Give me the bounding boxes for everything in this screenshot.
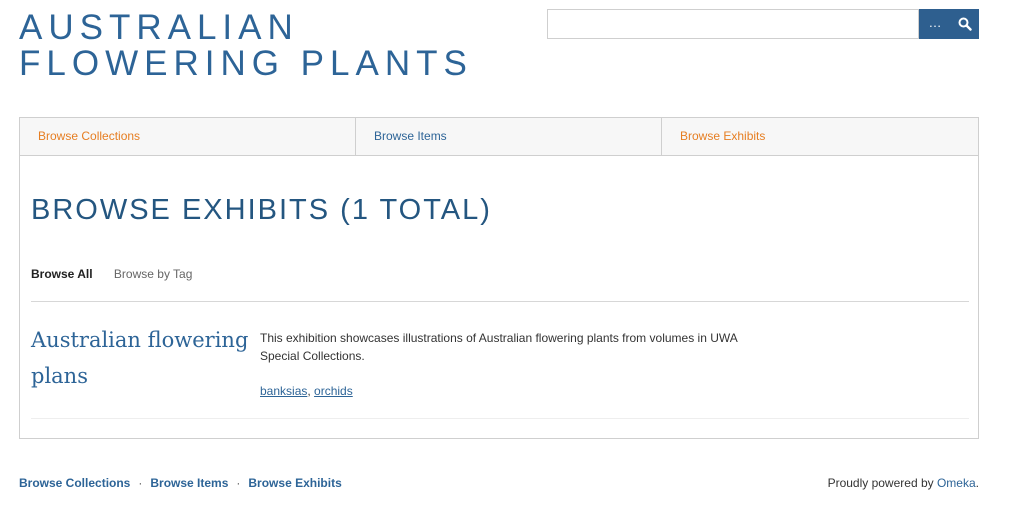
powered-by-suffix: .: [975, 476, 979, 490]
tag-link-orchids[interactable]: orchids: [314, 384, 353, 398]
primary-nav: Browse Collections Browse Items Browse E…: [20, 118, 978, 156]
search-input[interactable]: [547, 9, 919, 39]
footer-separator: ·: [138, 476, 143, 490]
footer-browse-exhibits[interactable]: Browse Exhibits: [248, 476, 341, 490]
omeka-link[interactable]: Omeka: [937, 476, 976, 490]
browse-by-tag-link[interactable]: Browse by Tag: [114, 267, 193, 281]
browse-all-link[interactable]: Browse All: [31, 267, 93, 281]
search-submit-button[interactable]: [951, 9, 979, 39]
powered-by-prefix: Proudly powered by: [827, 476, 937, 490]
secondary-nav: Browse All Browse by Tag: [31, 267, 192, 281]
site-title-line-2[interactable]: FLOWERING PLANTS: [19, 46, 473, 82]
powered-by: Proudly powered by Omeka.: [828, 476, 979, 490]
exhibit-description: This exhibition showcases illustrations …: [260, 331, 738, 363]
nav-browse-exhibits[interactable]: Browse Exhibits: [662, 118, 978, 155]
search-icon: [958, 17, 972, 31]
footer-browse-collections[interactable]: Browse Collections: [19, 476, 130, 490]
footer-nav: Browse Collections · Browse Items · Browse E…: [19, 476, 342, 490]
site-title-line-1[interactable]: AUSTRALIAN: [19, 10, 473, 46]
nav-browse-items[interactable]: Browse Items: [356, 118, 662, 155]
divider: [31, 301, 969, 302]
search-form: …: [547, 9, 979, 39]
site-title[interactable]: AUSTRALIAN FLOWERING PLANTS: [19, 10, 473, 82]
footer-separator: ·: [236, 476, 241, 490]
footer-browse-items[interactable]: Browse Items: [150, 476, 228, 490]
advanced-search-button[interactable]: …: [919, 9, 951, 39]
exhibit-tags: banksias, orchids: [260, 384, 353, 398]
divider: [31, 418, 969, 419]
page-title: BROWSE EXHIBITS (1 TOTAL): [31, 194, 492, 226]
tag-link-banksias[interactable]: banksias: [260, 384, 307, 398]
exhibit-title-link[interactable]: Australian flowering plans: [31, 322, 251, 394]
nav-browse-collections[interactable]: Browse Collections: [20, 118, 356, 155]
content-frame: Browse Collections Browse Items Browse E…: [19, 117, 979, 439]
